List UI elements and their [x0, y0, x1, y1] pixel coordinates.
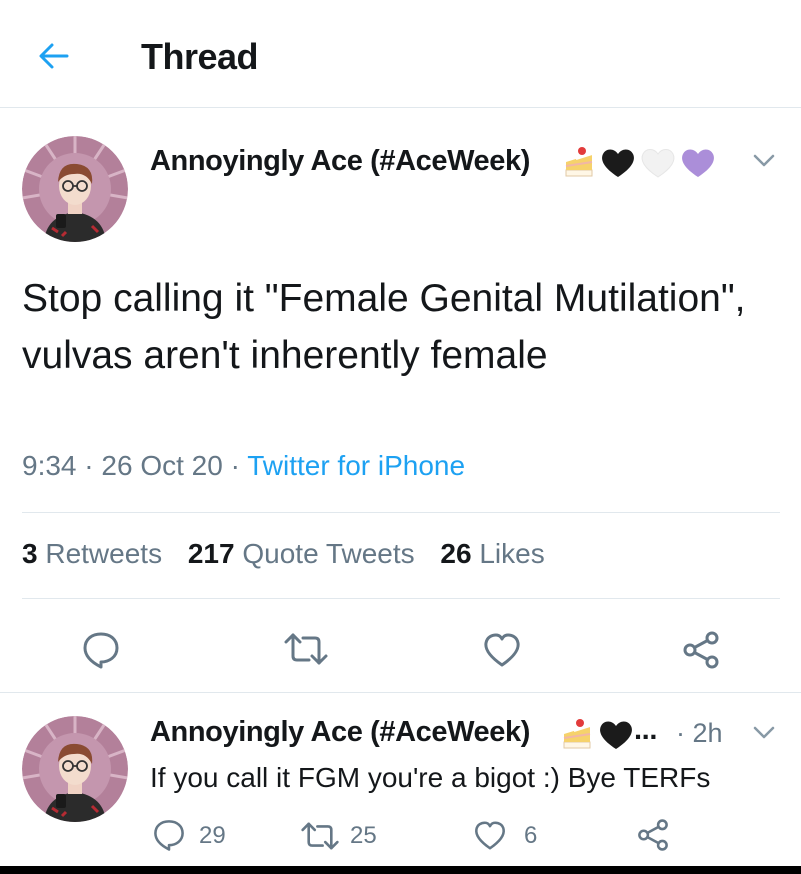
- name-ellipsis: ...: [634, 714, 657, 746]
- divider: [0, 692, 801, 693]
- tweet-source-link[interactable]: Twitter for iPhone: [247, 450, 465, 481]
- separator: ·: [84, 450, 94, 481]
- reply-author-name[interactable]: Annoyingly Ace (#AceWeek): [150, 716, 530, 749]
- bottom-edge: [0, 866, 801, 874]
- retweet-icon[interactable]: [283, 632, 329, 671]
- reply-text: If you call it FGM you're a bigot :) Bye…: [150, 762, 711, 793]
- page-title: Thread: [141, 36, 259, 77]
- reply-icon[interactable]: [152, 818, 186, 857]
- reply-count: 29: [199, 822, 226, 849]
- avatar[interactable]: [22, 136, 128, 242]
- quote-tweets-stat[interactable]: 217 Quote Tweets: [188, 538, 415, 569]
- black-heart-emoji: [598, 718, 634, 755]
- reply-time[interactable]: · 2h: [676, 718, 723, 749]
- like-icon[interactable]: [482, 632, 522, 673]
- chevron-down-icon[interactable]: [752, 725, 776, 746]
- reply-icon[interactable]: [81, 630, 121, 675]
- white-heart-emoji: [640, 146, 676, 183]
- avatar[interactable]: [22, 716, 128, 822]
- tweet-time[interactable]: 9:34: [22, 450, 77, 481]
- like-count: 6: [524, 822, 538, 849]
- back-arrow-icon[interactable]: [36, 38, 72, 74]
- chevron-down-icon[interactable]: [752, 153, 776, 174]
- purple-heart-emoji: [680, 146, 716, 183]
- separator: ·: [230, 450, 240, 481]
- tweet-text: Stop calling it "Female Genital Mutilati…: [22, 277, 746, 377]
- tweet-stats: 3 Retweets 217 Quote Tweets 26 Likes: [22, 538, 563, 570]
- divider: [22, 598, 780, 599]
- tweet-meta: 9:34 · 26 Oct 20 · Twitter for iPhone: [22, 450, 465, 482]
- retweets-stat[interactable]: 3 Retweets: [22, 538, 162, 569]
- retweet-count: 25: [350, 822, 377, 849]
- share-icon[interactable]: [636, 818, 670, 857]
- likes-stat[interactable]: 26 Likes: [440, 538, 544, 569]
- cake-emoji: [560, 714, 594, 755]
- tweet-date[interactable]: 26 Oct 20: [101, 450, 222, 481]
- like-icon[interactable]: [473, 820, 507, 856]
- thread-header: Thread: [0, 0, 801, 108]
- divider: [22, 512, 780, 513]
- retweet-icon[interactable]: [300, 821, 340, 856]
- black-heart-emoji: [600, 146, 636, 183]
- author-name[interactable]: Annoyingly Ace (#AceWeek): [150, 145, 530, 178]
- cake-emoji: [562, 142, 596, 183]
- share-icon[interactable]: [681, 630, 721, 675]
